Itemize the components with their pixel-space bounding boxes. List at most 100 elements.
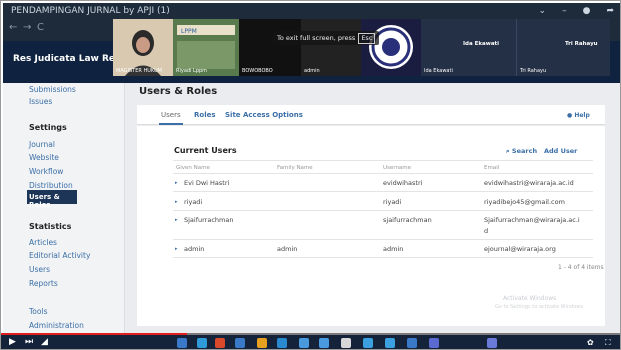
next-icon[interactable]: ⏭ <box>25 337 33 347</box>
sidebar-item-workflow[interactable]: Workflow <box>29 167 63 176</box>
app-icon[interactable] <box>299 338 309 348</box>
sidebar-item-label: Users & Roles <box>29 193 60 209</box>
cell-given-name: admin <box>184 245 205 253</box>
expand-row-icon[interactable]: ▸ <box>175 217 178 223</box>
app-icon[interactable] <box>235 338 245 348</box>
app-icon[interactable] <box>429 338 439 348</box>
reload-button[interactable]: C <box>37 22 44 33</box>
page-title: Users & Roles <box>139 86 218 97</box>
fullscreen-icon[interactable]: ⛶ <box>605 338 611 348</box>
sidebar: Submissions Issues Settings Journal Webs… <box>3 83 125 335</box>
taskbar: ▶ ⏭ ◢ ✿ ⛶ <box>1 335 620 349</box>
pagination-count: 1 - 4 of 4 items <box>558 264 604 271</box>
cell-username: sjaifurrachman <box>383 216 432 224</box>
expand-row-icon[interactable]: ▸ <box>175 180 178 186</box>
cell-username: evidwihastri <box>383 179 423 187</box>
participant-tile: Ida Ekawati Ida Ekawati <box>421 19 516 76</box>
participant-tile: admin <box>301 19 361 76</box>
video-meeting-strip: MAGISTER HUKUM LPPM Riyadi Lppm BOWOBOBO… <box>113 19 610 76</box>
column-header-email: Email <box>484 165 500 171</box>
participant-tile: MAGISTER HUKUM <box>113 19 173 76</box>
participant-label: Ida Ekawati <box>424 68 453 74</box>
cell-family-name: admin <box>277 245 298 253</box>
windows-watermark: Activate Windows <box>503 295 557 302</box>
profile-icon[interactable]: ● <box>583 3 591 19</box>
sidebar-item-tools[interactable]: Tools <box>29 307 47 316</box>
start-icon[interactable] <box>177 338 187 348</box>
back-button[interactable]: ← <box>9 22 17 33</box>
participant-tile: Tri Rahayu Tri Rahayu <box>516 19 610 76</box>
participant-label: admin <box>304 68 320 74</box>
app-icon[interactable] <box>257 338 267 348</box>
restore-button[interactable]: – <box>562 3 567 19</box>
tab-roles[interactable]: Roles <box>194 111 216 119</box>
participant-tile <box>361 19 421 76</box>
divider <box>173 160 593 161</box>
cell-email-wrap: d <box>484 227 489 235</box>
cell-given-name: Evi Dwi Hastri <box>184 179 230 187</box>
participant-label: Riyadi Lppm <box>176 68 208 74</box>
tab-site-access-options[interactable]: Site Access Options <box>225 111 303 119</box>
add-user-button[interactable]: Add User <box>544 147 577 155</box>
sidebar-item-administration[interactable]: Administration <box>29 321 84 330</box>
cell-username: admin <box>383 245 404 253</box>
svg-text:LPPM: LPPM <box>181 28 197 35</box>
app-icon[interactable] <box>215 338 225 348</box>
cell-email: evidwihastri@wiraraja.ac.id <box>484 179 574 187</box>
sidebar-item-website[interactable]: Website <box>29 153 59 162</box>
screen: PENDAMPINGAN JURNAL by APJI (1) ⌄ – ● ➦ … <box>0 0 621 350</box>
sidebar-item-users[interactable]: Users <box>29 265 50 274</box>
participant-name: Tri Rahayu <box>565 41 598 47</box>
app-icon[interactable] <box>385 338 395 348</box>
search-button[interactable]: ⌕ Search <box>506 147 537 156</box>
card-title: Current Users <box>174 146 237 155</box>
settings-icon[interactable]: ✿ <box>587 338 594 347</box>
cell-given-name: riyadi <box>184 198 203 206</box>
sidebar-item-reports[interactable]: Reports <box>29 279 58 288</box>
sidebar-item-distribution[interactable]: Distribution <box>29 181 73 190</box>
column-header-family-name: Family Name <box>277 165 313 171</box>
university-seal-icon <box>361 19 421 76</box>
cell-email: riyadibejo45@gmail.com <box>484 198 565 206</box>
sidebar-item-submissions[interactable]: Submissions <box>29 85 76 94</box>
participant-label: BOWOBOBO <box>242 68 273 74</box>
app-icon[interactable] <box>319 338 329 348</box>
share-icon[interactable]: ➦ <box>606 3 614 19</box>
help-label: Help <box>574 112 590 119</box>
sidebar-item-users-roles[interactable]: Users & Roles <box>27 190 77 209</box>
sidebar-item-journal[interactable]: Journal <box>29 140 55 149</box>
participant-label: Tri Rahayu <box>520 68 547 74</box>
forward-button[interactable]: → <box>23 22 31 33</box>
minimize-button[interactable]: ⌄ <box>539 3 547 19</box>
sidebar-heading-statistics: Statistics <box>29 222 72 231</box>
app-icon[interactable] <box>407 338 417 348</box>
sidebar-item-editorial-activity[interactable]: Editorial Activity <box>29 251 90 260</box>
cell-given-name: Sjaifurrachman <box>184 216 234 224</box>
active-tab-indicator <box>159 123 183 125</box>
column-header-username: Username <box>383 165 412 171</box>
app-icon[interactable] <box>487 338 497 348</box>
sidebar-item-articles[interactable]: Articles <box>29 238 57 247</box>
volume-icon[interactable]: ◢ <box>41 337 48 347</box>
participant-tile: LPPM Riyadi Lppm <box>173 19 239 76</box>
window-title-bar: PENDAMPINGAN JURNAL by APJI (1) ⌄ – ● ➦ <box>3 3 620 19</box>
play-icon[interactable]: ▶ <box>9 337 16 347</box>
app-icon[interactable] <box>341 338 351 348</box>
app-icon[interactable] <box>277 338 287 348</box>
expand-row-icon[interactable]: ▸ <box>175 199 178 205</box>
app-icon[interactable] <box>197 338 207 348</box>
expand-row-icon[interactable]: ▸ <box>175 246 178 252</box>
sidebar-item-issues[interactable]: Issues <box>29 97 52 106</box>
cell-username: riyadi <box>383 198 402 206</box>
esc-key-hint: Esc <box>358 33 376 44</box>
column-header-given-name: Given Name <box>176 165 210 171</box>
tab-bar: Users Roles Site Access Options ● Help <box>137 105 605 125</box>
participant-label: MAGISTER HUKUM <box>116 68 162 74</box>
search-label: Search <box>511 147 538 155</box>
fullscreen-notice: To exit full screen, press Esc <box>273 31 380 45</box>
help-button[interactable]: ● Help <box>567 112 590 119</box>
participant-tile: BOWOBOBO <box>239 19 301 76</box>
fullscreen-notice-text: To exit full screen, press <box>277 34 356 42</box>
app-icon[interactable] <box>363 338 373 348</box>
tab-users[interactable]: Users <box>161 111 181 119</box>
